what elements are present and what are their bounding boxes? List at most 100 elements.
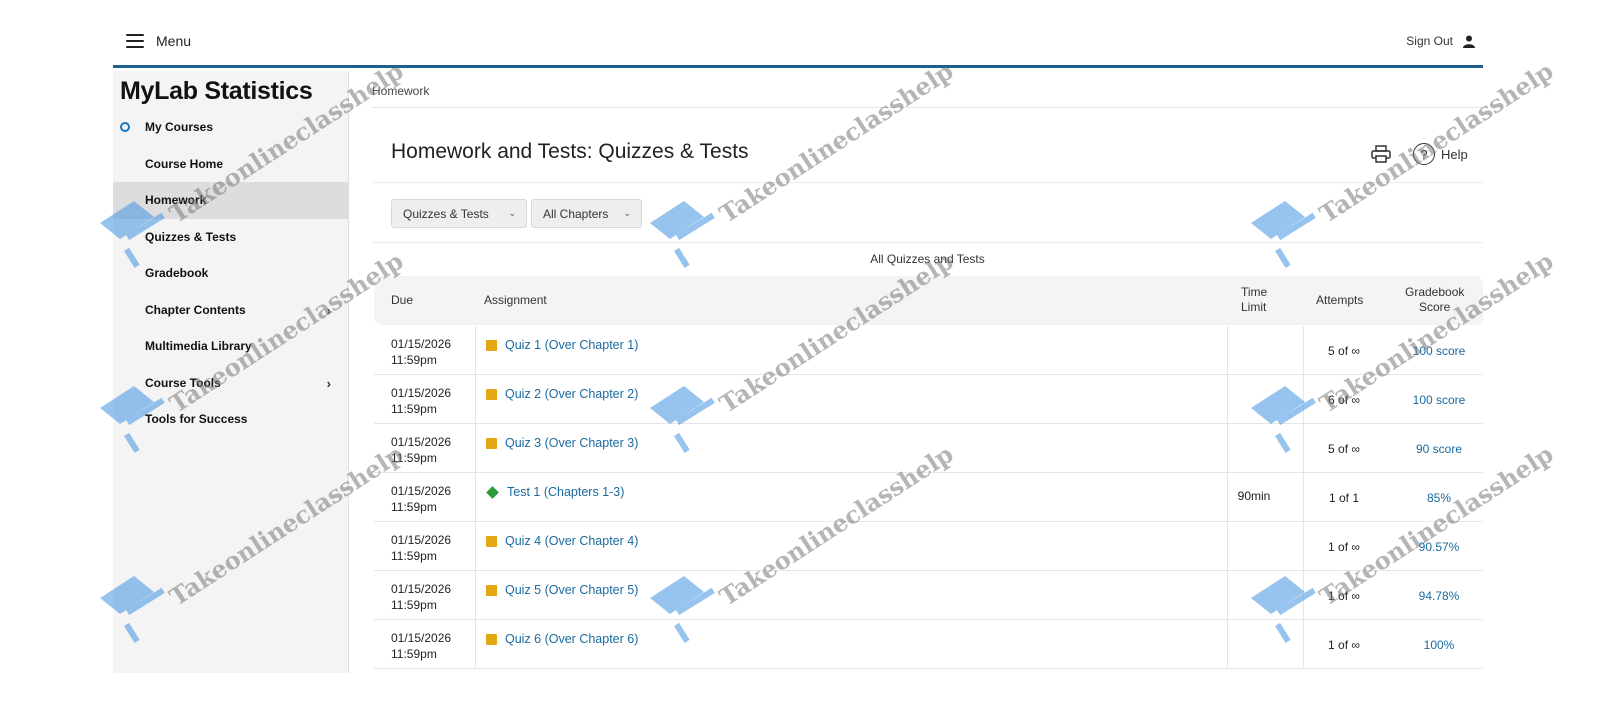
attempts: 6 of ∞ [1328,393,1360,407]
test-icon [486,485,499,499]
chevron-right-icon: › [326,302,331,318]
assignment-link[interactable]: Quiz 6 (Over Chapter 6) [486,632,638,646]
sidebar-item-course-home[interactable]: Course Home [113,146,349,183]
divider [372,182,1483,183]
sidebar-item-quizzes-tests[interactable]: Quizzes & Tests [113,219,349,256]
assignment-link[interactable]: Quiz 5 (Over Chapter 5) [486,583,638,597]
table-row: 01/15/2026 11:59pm Quiz 6 (Over Chapter 6… [374,620,1483,669]
menu-button[interactable]: Menu [126,33,191,49]
brand-title: MyLab Statistics [120,77,313,105]
sidebar-item-label: Chapter Contents [145,302,246,317]
attempts: 1 of ∞ [1328,589,1360,603]
attempts: 5 of ∞ [1328,344,1360,358]
column-header-assignment[interactable]: Assignment [484,293,547,307]
gradebook-score[interactable]: 100 score [1394,393,1484,407]
print-icon[interactable] [1371,145,1391,163]
sidebar-item-label: My Courses [145,120,214,135]
gradebook-score[interactable]: 94.78% [1394,589,1484,603]
attempts: 1 of ∞ [1328,638,1360,652]
top-bar: Menu Sign Out [113,22,1483,68]
table-row: 01/15/2026 11:59pm Test 1 (Chapters 1-3) … [374,473,1483,522]
gradebook-score[interactable]: 100 score [1394,344,1484,358]
sidebar-item-label: Quizzes & Tests [145,229,237,244]
quiz-icon [486,535,497,547]
column-header-time-limit[interactable]: Time Limit [1241,285,1267,315]
due-date: 01/15/2026 11:59pm [391,484,452,514]
table-row: 01/15/2026 11:59pm Quiz 3 (Over Chapter 3… [374,424,1483,473]
gradebook-score[interactable]: 100% [1394,638,1484,652]
divider [372,107,1483,108]
due-date: 01/15/2026 11:59pm [391,533,452,563]
quiz-icon [486,388,497,400]
sidebar-item-label: Tools for Success [145,412,248,427]
table-row: 01/15/2026 11:59pm Quiz 4 (Over Chapter 4… [374,522,1483,571]
menu-label: Menu [156,33,192,49]
sidebar-item-tools-for-success[interactable]: Tools for Success [113,401,349,438]
assignment-link[interactable]: Quiz 2 (Over Chapter 2) [486,387,638,401]
sidebar-item-multimedia-library[interactable]: Multimedia Library [113,328,349,365]
table-caption: All Quizzes and Tests [870,252,985,266]
sidebar-item-homework[interactable]: Homework [113,182,349,219]
sidebar: MyLab Statistics My Courses Course Home … [113,71,349,673]
sidebar-item-course-tools[interactable]: Course Tools › [113,365,349,402]
help-icon: ? [1413,143,1435,165]
sidebar-item-label: Course Tools [145,375,221,390]
gradebook-score[interactable]: 90.57% [1394,540,1484,554]
quiz-icon [486,633,497,645]
sidebar-item-label: Homework [145,193,207,208]
help-button[interactable]: ? Help [1413,143,1468,165]
gradebook-score[interactable]: 90 score [1394,442,1484,456]
assignment-link[interactable]: Quiz 4 (Over Chapter 4) [486,534,638,548]
assignment-link[interactable]: Test 1 (Chapters 1-3) [486,485,624,499]
quiz-icon [486,339,497,351]
time-limit: 90min [1237,489,1271,503]
chapter-filter-dropdown[interactable]: All Chapters ⌄ [531,199,642,228]
column-header-text: Time [1241,285,1268,299]
table-row: 01/15/2026 11:59pm Quiz 5 (Over Chapter 5… [374,571,1483,620]
column-header-due[interactable]: Due [391,293,413,307]
due-date: 01/15/2026 11:59pm [391,337,452,367]
sidebar-item-chapter-contents[interactable]: Chapter Contents › [113,292,349,329]
sidebar-item-label: Multimedia Library [145,339,252,354]
attempts: 1 of 1 [1328,491,1360,505]
type-filter-dropdown[interactable]: Quizzes & Tests ⌄ [391,199,527,228]
chevron-down-icon: ⌄ [623,208,631,218]
type-filter-value: Quizzes & Tests [403,206,489,221]
assignment-link[interactable]: Quiz 1 (Over Chapter 1) [486,338,638,352]
table-header: Due Assignment Time Limit Attempts Grade… [374,276,1483,325]
gradebook-score[interactable]: 85% [1394,491,1484,505]
due-date: 01/15/2026 11:59pm [391,631,452,661]
help-label: Help [1441,146,1468,162]
watermark-text: Takeonlineclasshelp [714,56,959,229]
quiz-icon [486,584,497,596]
hamburger-icon [126,34,144,48]
table-row: 01/15/2026 11:59pm Quiz 1 (Over Chapter 1… [374,326,1483,375]
column-header-text: Limit [1241,300,1267,314]
chevron-down-icon: ⌄ [508,208,516,218]
radio-dot-icon [120,122,130,132]
chevron-right-icon: › [326,375,331,391]
due-date: 01/15/2026 11:59pm [391,386,452,416]
breadcrumb[interactable]: Homework [372,84,429,98]
sidebar-item-label: Course Home [145,156,224,171]
page-title: Homework and Tests: Quizzes & Tests [391,140,749,163]
quiz-icon [486,437,497,449]
user-icon [1463,35,1475,48]
sidebar-item-my-courses[interactable]: My Courses [113,109,349,146]
assignment-link[interactable]: Quiz 3 (Over Chapter 3) [486,436,638,450]
due-date: 01/15/2026 11:59pm [391,582,452,612]
divider [372,242,1483,243]
sign-out-label: Sign Out [1406,34,1453,48]
column-header-text: Score [1419,300,1451,314]
sidebar-item-gradebook[interactable]: Gradebook [113,255,349,292]
column-header-attempts[interactable]: Attempts [1316,293,1363,307]
chapter-filter-value: All Chapters [543,206,609,221]
table-row: 01/15/2026 11:59pm Quiz 2 (Over Chapter 2… [374,375,1483,424]
sign-out-button[interactable]: Sign Out [1406,34,1475,48]
sidebar-nav: My Courses Course Home Homework Quizzes … [113,109,349,438]
due-date: 01/15/2026 11:59pm [391,435,452,465]
attempts: 1 of ∞ [1328,540,1360,554]
column-header-score[interactable]: Gradebook Score [1405,285,1464,315]
attempts: 5 of ∞ [1328,442,1360,456]
sidebar-item-label: Gradebook [145,266,209,281]
